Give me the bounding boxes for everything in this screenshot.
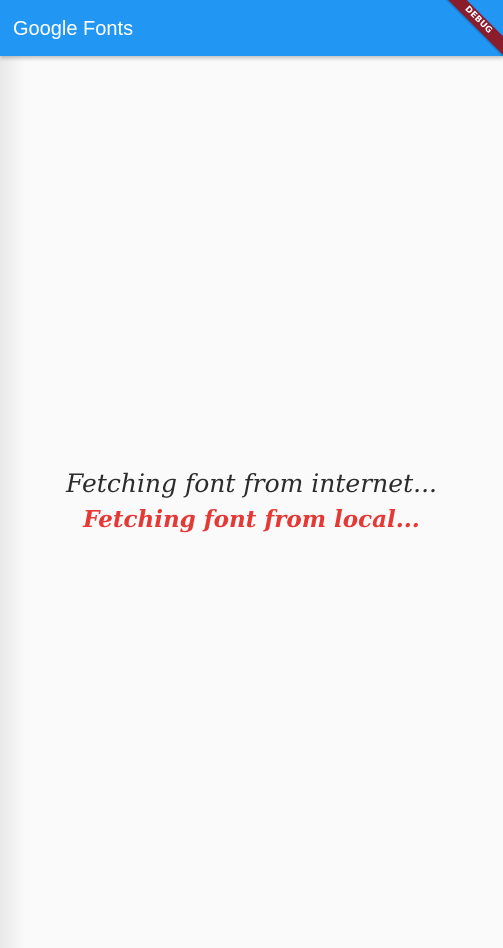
- app-title: Google Fonts: [13, 18, 134, 40]
- internet-font-message: Fetching font from internet...: [66, 469, 437, 498]
- left-edge-shadow: [0, 56, 26, 948]
- app-bar: Google Fonts: [0, 0, 503, 56]
- local-font-message: Fetching font from local...: [83, 506, 420, 533]
- content-area: Fetching font from internet... Fetching …: [0, 56, 503, 948]
- app-screen: Google Fonts DEBUG Fetching font from in…: [0, 0, 503, 948]
